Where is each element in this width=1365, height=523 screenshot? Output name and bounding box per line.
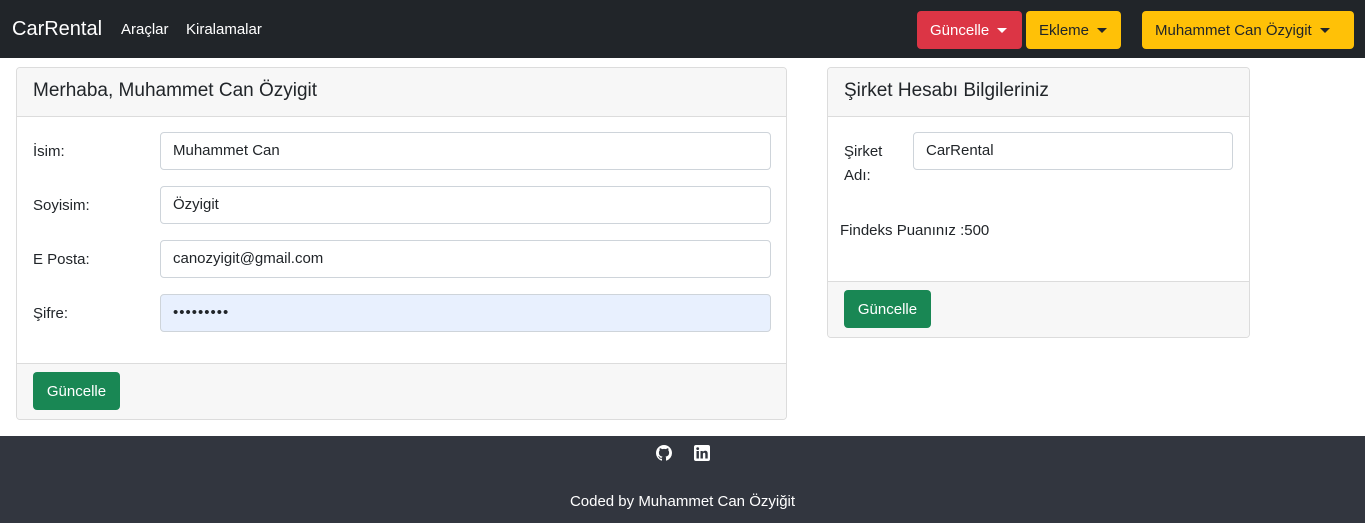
nav-link-araclar[interactable]: Araçlar [121,21,169,38]
profile-update-button[interactable]: Güncelle [33,372,120,410]
findeks-score: Findeks Puanınız :500 [840,222,990,239]
user-dropdown-button[interactable]: Muhammet Can Özyigit [1142,11,1354,49]
update-dropdown-label: Güncelle [930,21,990,39]
footer-credit: Coded by Muhammet Can Özyiğit [569,493,796,510]
email-input[interactable]: canozyigit@gmail.com [160,240,771,278]
profile-card-header: Merhaba, Muhammet Can Özyigit [17,68,786,117]
page-footer: Coded by Muhammet Can Özyiğit [0,436,1365,523]
linkedin-icon[interactable] [694,445,710,461]
caret-down-icon [1319,27,1330,33]
profile-card-title: Merhaba, Muhammet Can Özyigit [33,80,318,101]
company-name-input[interactable]: CarRental [913,132,1233,170]
company-name-label-line1: Şirket [844,143,883,160]
company-card-header: Şirket Hesabı Bilgileriniz [828,68,1249,117]
add-dropdown-label: Ekleme [1039,21,1090,39]
company-update-button[interactable]: Güncelle [844,290,931,328]
password-input[interactable]: ••••••••• [160,294,771,332]
user-dropdown-label: Muhammet Can Özyigit [1155,21,1312,39]
profile-card-footer: Güncelle [17,363,786,419]
github-icon[interactable] [656,445,672,461]
last-name-label: Soyisim: [33,197,90,214]
first-name-label: İsim: [33,143,65,160]
email-label: E Posta: [33,251,90,268]
top-navbar: CarRental Araçlar Kiralamalar Güncelle E… [0,0,1365,58]
caret-down-icon [1097,27,1108,33]
caret-down-icon [997,27,1008,33]
company-name-label-line2: Adı: [844,167,871,184]
brand-logo[interactable]: CarRental [12,18,102,41]
last-name-input[interactable]: Özyigit [160,186,771,224]
update-dropdown-button[interactable]: Güncelle [917,11,1022,49]
company-card-title: Şirket Hesabı Bilgileriniz [844,80,1049,101]
profile-card: Merhaba, Muhammet Can Özyigit İsim: Muha… [16,67,787,420]
nav-link-kiralamalar[interactable]: Kiralamalar [186,21,262,38]
company-card: Şirket Hesabı Bilgileriniz Şirket Adı: C… [827,67,1250,338]
password-label: Şifre: [33,305,69,322]
first-name-input[interactable]: Muhammet Can [160,132,771,170]
company-card-footer: Güncelle [828,281,1249,337]
add-dropdown-button[interactable]: Ekleme [1026,11,1121,49]
